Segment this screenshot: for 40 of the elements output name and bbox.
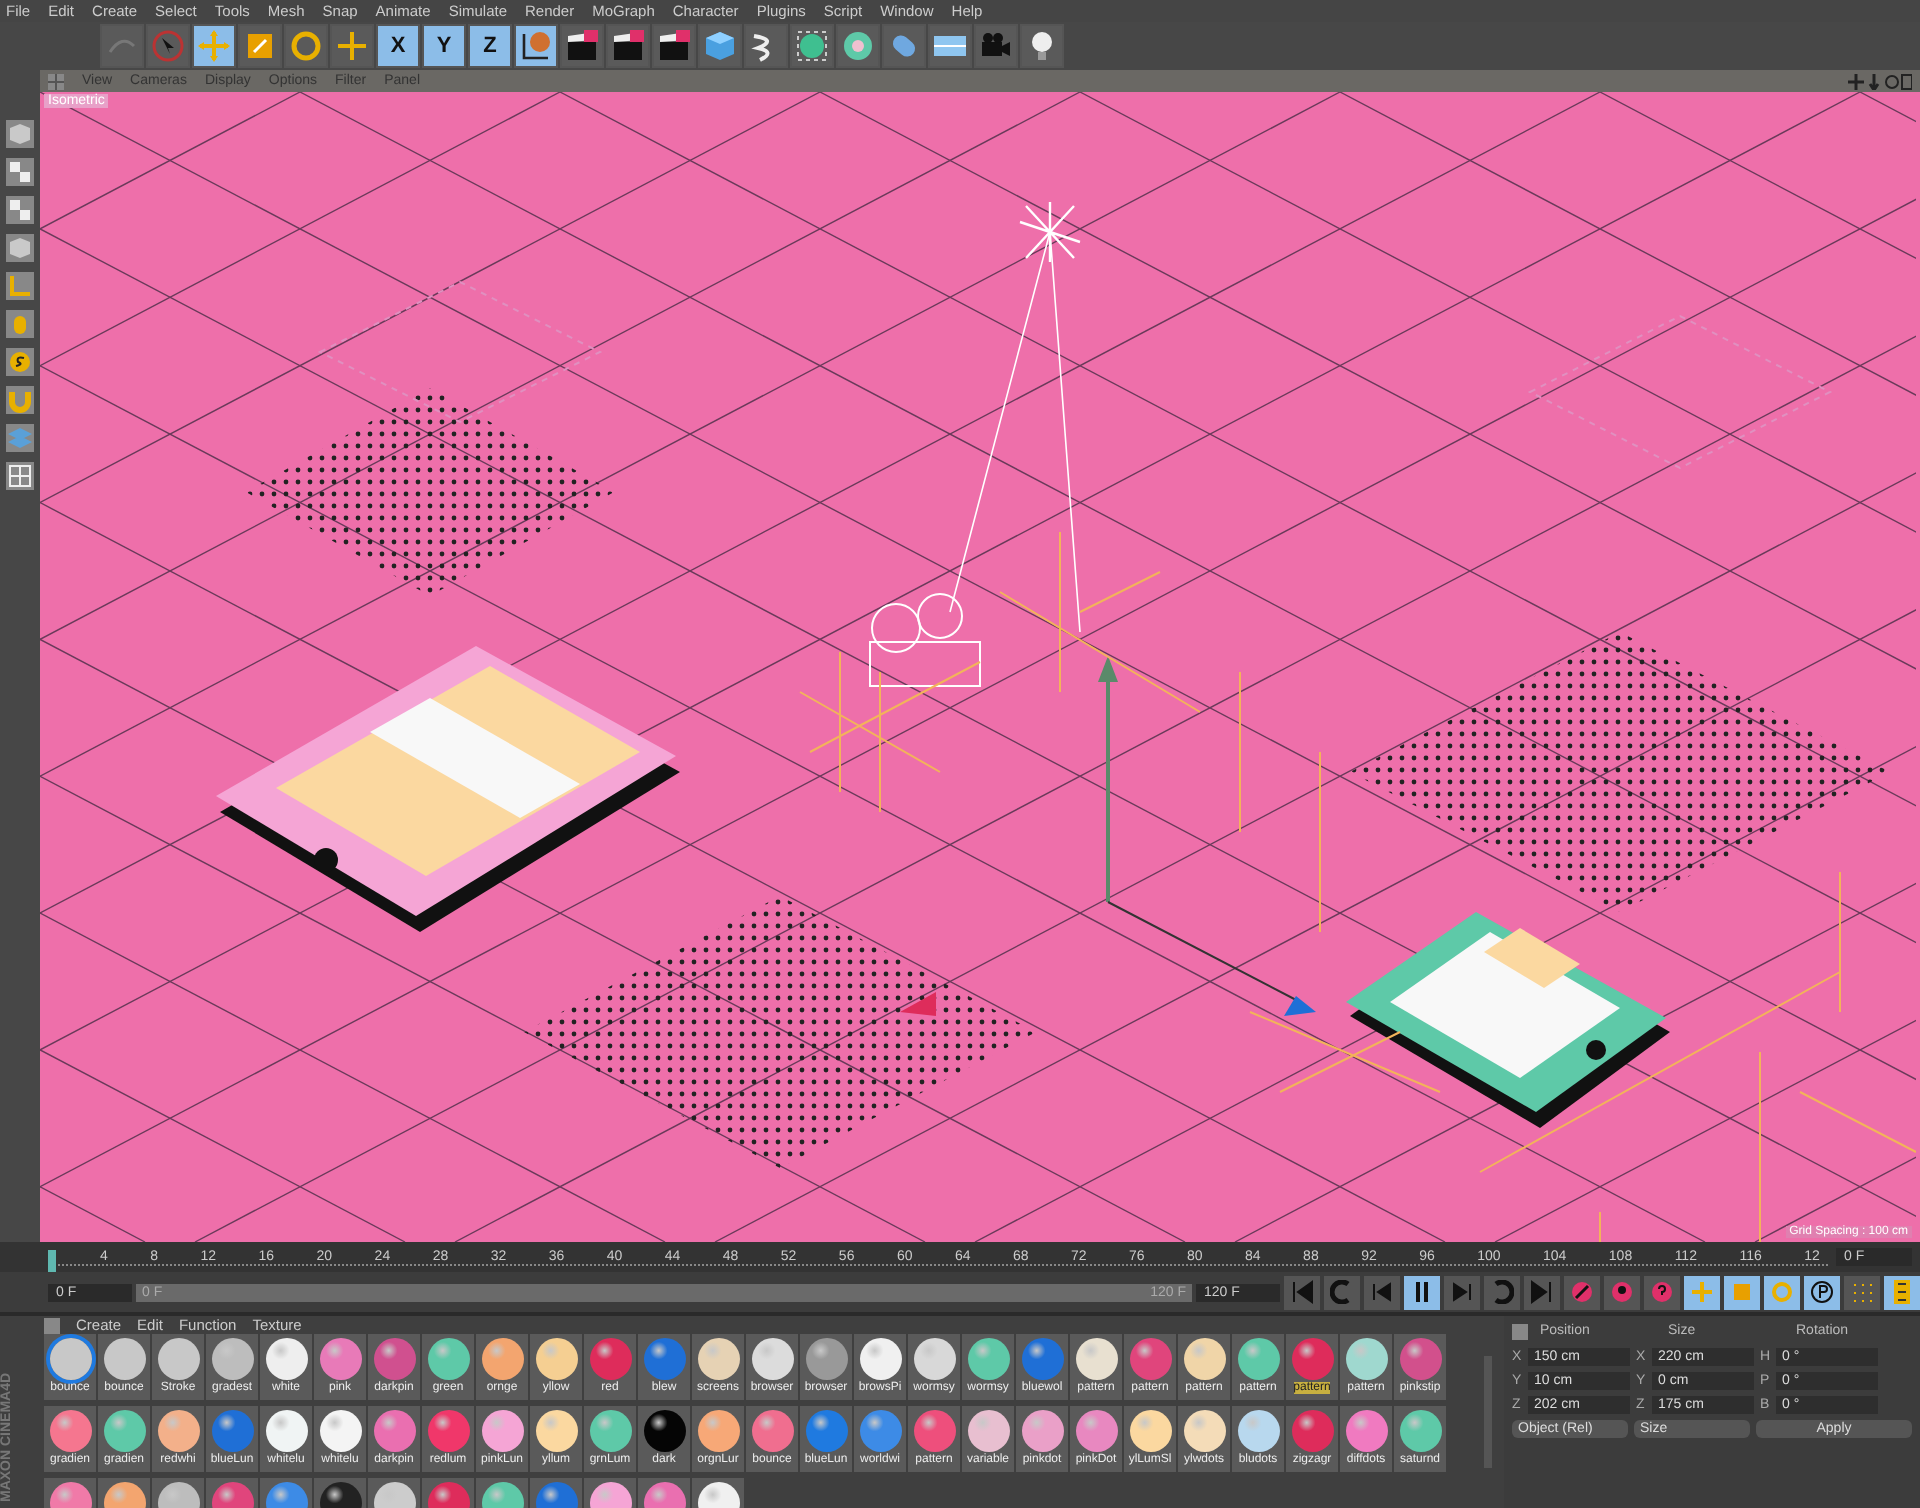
clapper-icon[interactable] <box>652 24 696 68</box>
view-controls-icon[interactable] <box>1848 73 1912 89</box>
last-frame-icon[interactable] <box>1524 1275 1560 1309</box>
dots-icon[interactable] <box>1844 1275 1880 1309</box>
magnet-icon[interactable] <box>4 384 36 416</box>
globe-icon[interactable] <box>514 24 558 68</box>
flower-icon[interactable] <box>836 24 880 68</box>
s-circle-icon[interactable] <box>4 346 36 378</box>
loop-icon[interactable] <box>1484 1275 1520 1309</box>
first-frame-icon[interactable] <box>1284 1275 1320 1309</box>
rotate-icon[interactable] <box>284 24 328 68</box>
corner-icon[interactable] <box>4 270 36 302</box>
film-icon[interactable] <box>1884 1275 1920 1309</box>
plus-icon[interactable] <box>330 24 374 68</box>
layers-icon[interactable] <box>4 422 36 454</box>
rotate-icon[interactable] <box>1764 1275 1800 1309</box>
record-icon[interactable] <box>1564 1275 1600 1309</box>
cube-icon[interactable] <box>4 232 36 264</box>
move-icon[interactable] <box>192 24 236 68</box>
capsule-icon[interactable] <box>882 24 926 68</box>
floor-icon[interactable] <box>928 24 972 68</box>
camera-drawing <box>869 593 981 687</box>
pause-icon[interactable] <box>1404 1275 1440 1309</box>
axis-button[interactable]: X <box>376 24 420 68</box>
cube-icon[interactable] <box>698 24 742 68</box>
move-icon[interactable] <box>1684 1275 1720 1309</box>
scale-icon[interactable] <box>238 24 282 68</box>
clapper-icon[interactable] <box>606 24 650 68</box>
scale-icon[interactable] <box>1724 1275 1760 1309</box>
checker-icon[interactable] <box>4 194 36 226</box>
axis-button[interactable]: Z <box>468 24 512 68</box>
help-icon[interactable] <box>1644 1275 1680 1309</box>
bulb-icon[interactable] <box>1020 24 1064 68</box>
clapper-icon[interactable] <box>560 24 604 68</box>
grid-icon[interactable] <box>4 460 36 492</box>
playhead[interactable] <box>48 1249 56 1271</box>
back-icon[interactable] <box>1324 1275 1360 1309</box>
axis-button[interactable]: Y <box>422 24 466 68</box>
checker-icon[interactable] <box>4 156 36 188</box>
cube-icon[interactable] <box>4 118 36 150</box>
